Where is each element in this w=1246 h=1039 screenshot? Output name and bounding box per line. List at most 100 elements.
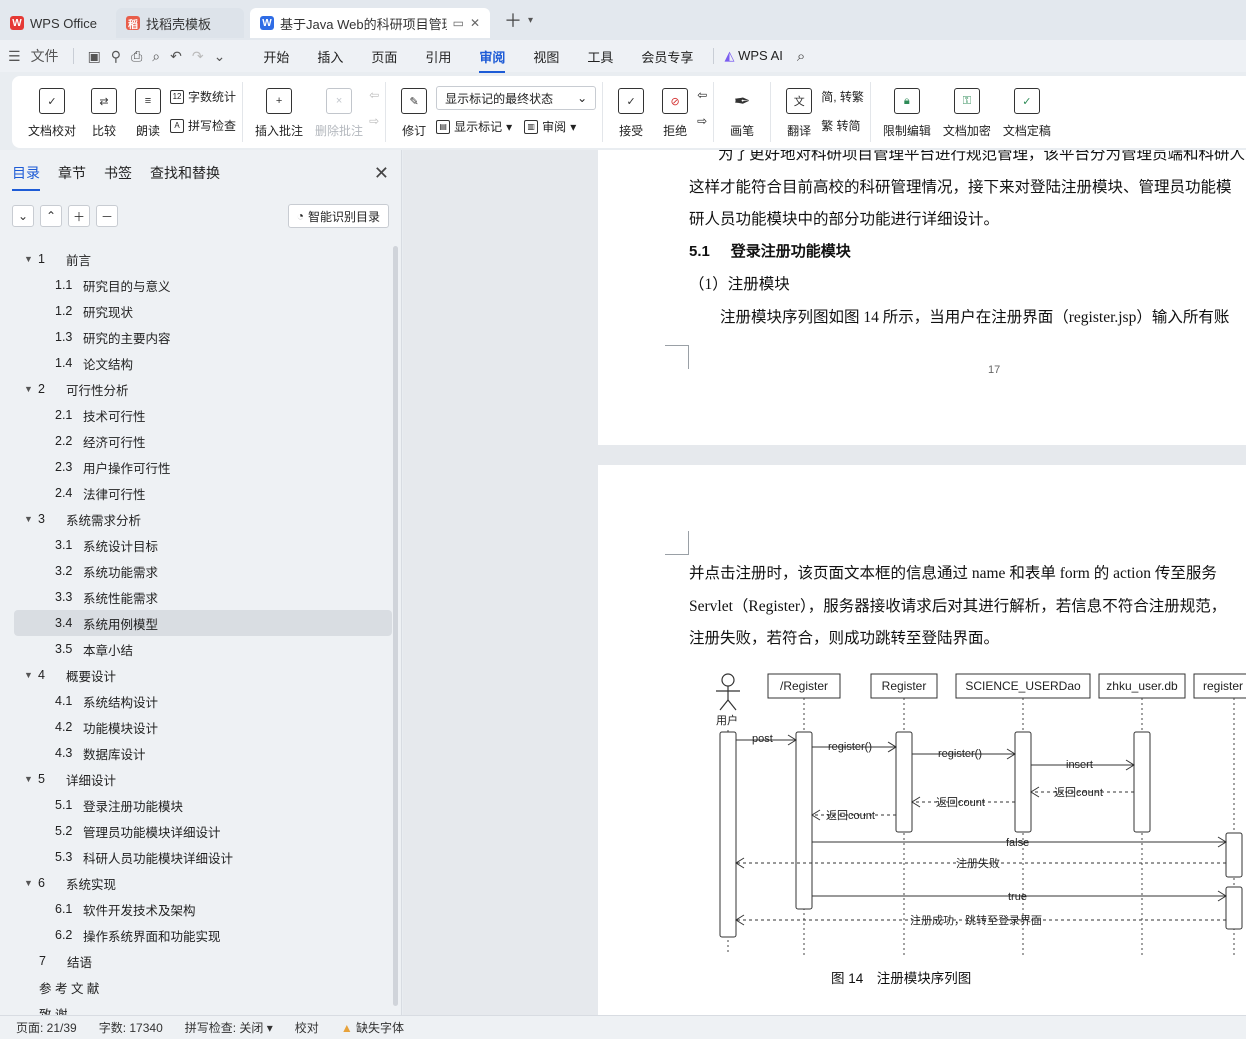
toc-item[interactable]: 3.3 系统性能需求 xyxy=(14,584,392,610)
menu-insert[interactable]: 插入 xyxy=(303,47,357,66)
collapse-triangle-icon[interactable]: ▼ xyxy=(24,670,38,680)
toc-item[interactable]: 3.2 系统功能需求 xyxy=(14,558,392,584)
doc-check-button[interactable]: ✓ 文档校对 xyxy=(22,82,82,141)
toc-item[interactable]: 6.1 软件开发技术及架构 xyxy=(14,896,392,922)
toc-item[interactable]: 4.1 系统结构设计 xyxy=(14,688,392,714)
toc-item[interactable]: ▼ 3 系统需求分析 xyxy=(14,506,392,532)
tab-document[interactable]: W 基于Java Web的科研项目管理 ▭ ✕ xyxy=(250,8,490,38)
smart-toc-button[interactable]: ◔ 智能识别目录 xyxy=(287,204,389,228)
collapse-triangle-icon[interactable]: ▼ xyxy=(24,384,38,394)
insert-comment-button[interactable]: + 插入批注 xyxy=(249,82,309,141)
spell-check-indicator[interactable]: 拼写检查: 关闭 ▾ xyxy=(185,1019,273,1036)
spell-check-button[interactable]: A 拼写检查 xyxy=(170,117,236,134)
toc-item[interactable]: 2.3 用户操作可行性 xyxy=(14,454,392,480)
tab-bookmarks[interactable]: 书签 xyxy=(104,163,132,183)
collapse-triangle-icon[interactable]: ▼ xyxy=(24,774,38,784)
toc-item[interactable]: 4.3 数据库设计 xyxy=(14,740,392,766)
tab-find-replace[interactable]: 查找和替换 xyxy=(150,163,220,183)
previous-comment-icon[interactable]: ⇦ xyxy=(369,88,379,102)
window-icon[interactable]: ▭ xyxy=(453,16,464,30)
toc-item[interactable]: ▼ 2 可行性分析 xyxy=(14,376,392,402)
word-count-button[interactable]: 12 字数统计 xyxy=(170,88,236,105)
toc-item[interactable]: ▼ 4 概要设计 xyxy=(14,662,392,688)
toc-item[interactable]: ▼ 1 前言 xyxy=(14,246,392,272)
collapse-triangle-icon[interactable]: ▼ xyxy=(24,878,38,888)
delete-comment-button[interactable]: × 删除批注 xyxy=(309,82,369,141)
scrollbar[interactable] xyxy=(393,246,398,1006)
toc-item[interactable]: 参 考 文 献 xyxy=(14,974,392,1000)
finalize-button[interactable]: ✓ 文档定稿 xyxy=(997,82,1057,141)
page-indicator[interactable]: 页面: 21/39 xyxy=(16,1019,77,1036)
restrict-edit-button[interactable]: 🔒︎ 限制编辑 xyxy=(877,82,937,141)
toc-item[interactable]: 3.1 系统设计目标 xyxy=(14,532,392,558)
chevron-down-icon[interactable]: ▾ xyxy=(528,15,533,26)
toc-item[interactable]: 6.2 操作系统界面和功能实现 xyxy=(14,922,392,948)
tab-chapters[interactable]: 章节 xyxy=(58,163,86,183)
toc-item[interactable]: 4.2 功能模块设计 xyxy=(14,714,392,740)
menu-reference[interactable]: 引用 xyxy=(411,47,465,66)
menu-page[interactable]: 页面 xyxy=(357,47,411,66)
toc-item[interactable]: 3.5 本章小结 xyxy=(14,636,392,662)
close-tab-icon[interactable]: ✕ xyxy=(470,16,480,30)
remove-icon[interactable]: － xyxy=(96,205,118,227)
toc-item[interactable]: 2.4 法律可行性 xyxy=(14,480,392,506)
print-icon[interactable]: ⎙ xyxy=(131,48,142,65)
missing-font-indicator[interactable]: ▲ 缺失字体 xyxy=(341,1019,404,1036)
print-preview-icon[interactable]: ⌕ xyxy=(152,48,160,65)
tab-daoke-template[interactable]: 稻 找稻壳模板 xyxy=(116,8,244,38)
more-chevron-icon[interactable]: ⌄ xyxy=(214,48,226,65)
collapse-triangle-icon[interactable]: ▼ xyxy=(24,514,38,524)
to-traditional-button[interactable]: 简, 转繁 xyxy=(821,88,864,105)
toc-item[interactable]: 1.4 论文结构 xyxy=(14,350,392,376)
menu-view[interactable]: 视图 xyxy=(519,47,573,66)
menu-start[interactable]: 开始 xyxy=(249,47,303,66)
pen-button[interactable]: ✒ 画笔 xyxy=(720,82,764,141)
markup-state-dropdown[interactable]: 显示标记的最终状态 ⌄ xyxy=(436,86,597,110)
toc-item[interactable]: ▼ 5 详细设计 xyxy=(14,766,392,792)
reject-button[interactable]: ⊘ 拒绝 xyxy=(653,82,697,141)
encrypt-button[interactable]: ⚿ 文档加密 xyxy=(937,82,997,141)
revise-button[interactable]: ✎ 修订 xyxy=(392,82,436,141)
collapse-triangle-icon[interactable]: ▼ xyxy=(24,254,38,264)
next-change-icon[interactable]: ⇨ xyxy=(697,114,707,128)
undo-icon[interactable]: ↶ xyxy=(170,48,182,65)
toc-item[interactable]: 1.3 研究的主要内容 xyxy=(14,324,392,350)
toc-item[interactable]: 7 结语 xyxy=(14,948,392,974)
tab-toc[interactable]: 目录 xyxy=(12,163,40,191)
word-count-indicator[interactable]: 字数: 17340 xyxy=(99,1019,163,1036)
toc-item[interactable]: 1.2 研究现状 xyxy=(14,298,392,324)
next-comment-icon[interactable]: ⇨ xyxy=(369,114,379,128)
proofread-indicator[interactable]: 校对 xyxy=(295,1019,319,1036)
show-markup-button[interactable]: 显示标记 xyxy=(454,118,502,135)
toc-item[interactable]: 5.2 管理员功能模块详细设计 xyxy=(14,818,392,844)
previous-change-icon[interactable]: ⇦ xyxy=(697,88,707,102)
toc-item[interactable]: 5.1 登录注册功能模块 xyxy=(14,792,392,818)
review-pane-button[interactable]: 审阅 xyxy=(542,118,566,135)
document-area[interactable]: 为了更好地对科研项目管理平台进行规范管理，该平台分为管理员端和科研人 这样才能符… xyxy=(403,150,1246,1015)
toc-item[interactable]: 2.1 技术可行性 xyxy=(14,402,392,428)
redo-icon[interactable]: ↷ xyxy=(192,48,204,65)
share-icon[interactable]: ⚲ xyxy=(111,48,121,65)
expand-icon[interactable]: ⌄ xyxy=(12,205,34,227)
accept-button[interactable]: ✓ 接受 xyxy=(609,82,653,141)
toc-item[interactable]: 2.2 经济可行性 xyxy=(14,428,392,454)
toc-item[interactable]: ▼ 6 系统实现 xyxy=(14,870,392,896)
translate-button[interactable]: 文 翻译 xyxy=(777,82,821,141)
compare-button[interactable]: ⇄ 比较 xyxy=(82,82,126,141)
toc-item[interactable]: 1.1 研究目的与意义 xyxy=(14,272,392,298)
menu-review[interactable]: 审阅 xyxy=(465,47,519,73)
close-icon[interactable]: ✕ xyxy=(374,163,389,184)
file-menu[interactable]: ☰ 文件 xyxy=(0,46,67,66)
menu-tools[interactable]: 工具 xyxy=(573,47,627,66)
read-aloud-button[interactable]: ≡ 朗读 xyxy=(126,82,170,141)
new-tab-icon[interactable]: ＋ xyxy=(504,7,522,33)
search-icon[interactable]: ⌕ xyxy=(797,48,805,65)
menu-member[interactable]: 会员专享 xyxy=(627,47,707,66)
toc-item[interactable]: 5.3 科研人员功能模块详细设计 xyxy=(14,844,392,870)
collapse-icon[interactable]: ⌃ xyxy=(40,205,62,227)
to-simplified-button[interactable]: 繁 转简 xyxy=(821,117,864,134)
menu-wps-ai[interactable]: ◭ WPS AI xyxy=(720,48,796,64)
add-icon[interactable]: ＋ xyxy=(68,205,90,227)
save-icon[interactable]: ▣ xyxy=(88,48,101,65)
tab-wps-office[interactable]: W WPS Office xyxy=(0,8,112,38)
